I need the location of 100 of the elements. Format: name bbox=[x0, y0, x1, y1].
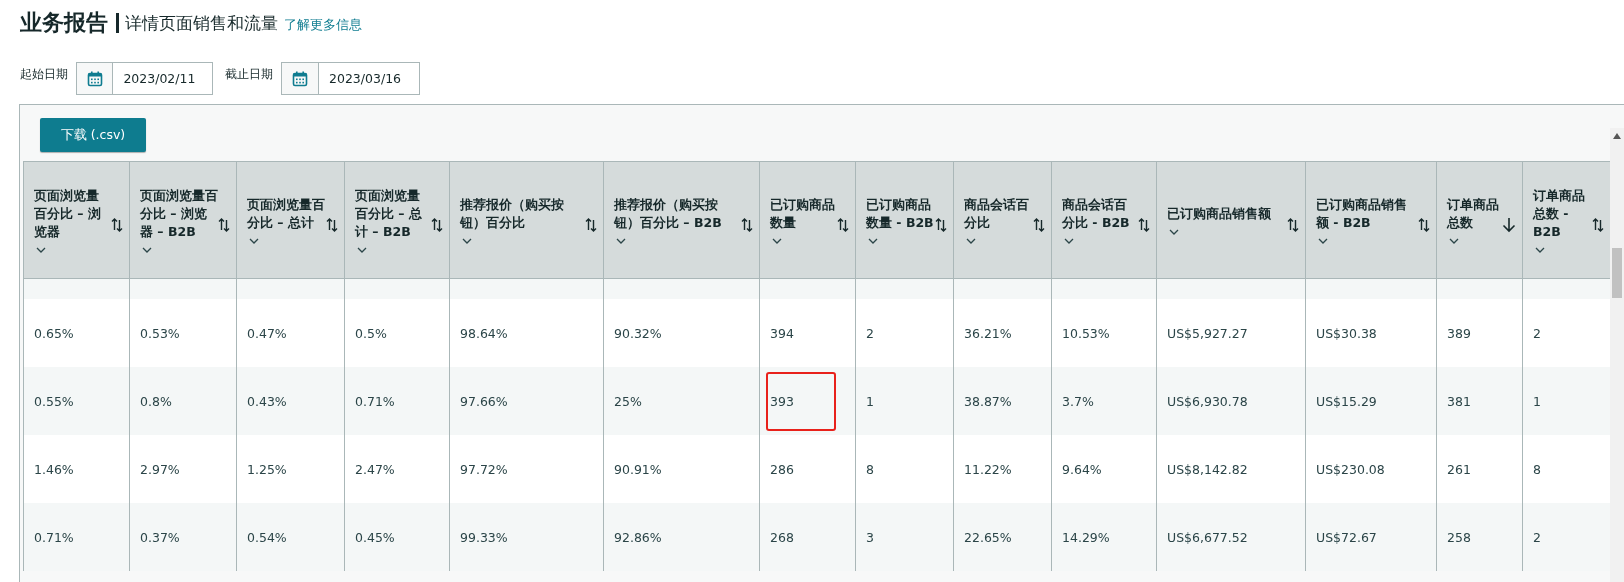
sort-descending-icon[interactable] bbox=[1502, 217, 1516, 233]
page-subtitle: 详情页面销售和流量 bbox=[125, 11, 278, 35]
sort-icon[interactable] bbox=[935, 217, 947, 233]
date-field[interactable]: 2023/02/11 bbox=[76, 62, 213, 95]
table-cell-text: 2.47% bbox=[354, 460, 396, 479]
scrollbar-thumb[interactable] bbox=[1612, 248, 1622, 298]
chevron-down-icon[interactable] bbox=[1064, 238, 1074, 244]
table-cell-text: US$15.29 bbox=[1315, 392, 1378, 411]
table-cell-text: US$8,142.82 bbox=[1166, 460, 1249, 479]
table-cell-text: 268 bbox=[769, 528, 795, 547]
chevron-down-icon[interactable] bbox=[142, 247, 152, 253]
page-title: 业务报告 bbox=[20, 9, 108, 37]
table-cell-text: 14.29% bbox=[1061, 528, 1111, 547]
table-cell-text: 0.43% bbox=[246, 392, 288, 411]
table-cell-text: 0.8% bbox=[139, 392, 173, 411]
sort-icon[interactable] bbox=[431, 217, 443, 233]
table-cell-text: 9.64% bbox=[1061, 460, 1103, 479]
column-header[interactable]: 商品会话百分比 - B2B bbox=[1062, 196, 1138, 232]
table-cell-text: 0.71% bbox=[354, 392, 396, 411]
column-header[interactable]: 推荐报价（购买按钮）百分比 bbox=[460, 196, 585, 232]
chevron-down-icon[interactable] bbox=[462, 238, 472, 244]
calendar-icon[interactable] bbox=[292, 70, 308, 87]
table-cell-text: US$230.08 bbox=[1315, 460, 1386, 479]
table-cell-text: 0.53% bbox=[139, 324, 181, 343]
date-label: 截止日期 bbox=[225, 66, 273, 83]
sort-icon[interactable] bbox=[585, 217, 597, 233]
table-cell-text: 0.54% bbox=[246, 528, 288, 547]
table-cell-text: 10.53% bbox=[1061, 324, 1111, 343]
sort-icon[interactable] bbox=[741, 217, 753, 233]
table-cell-text: 389 bbox=[1446, 324, 1472, 343]
chevron-down-icon[interactable] bbox=[1449, 238, 1459, 244]
table-cell-text: 36.21% bbox=[963, 324, 1013, 343]
chevron-down-icon[interactable] bbox=[36, 247, 46, 253]
sort-icon[interactable] bbox=[1033, 217, 1045, 233]
column-header[interactable]: 已订购商品销售额 - B2B bbox=[1316, 196, 1418, 232]
table-cell-text: 286 bbox=[769, 460, 795, 479]
chevron-down-icon[interactable] bbox=[249, 238, 259, 244]
sort-icon[interactable] bbox=[837, 217, 849, 233]
chevron-down-icon[interactable] bbox=[772, 238, 782, 244]
chevron-down-icon[interactable] bbox=[868, 238, 878, 244]
table-cell-text: 97.72% bbox=[459, 460, 509, 479]
title-divider bbox=[116, 13, 119, 33]
calendar-icon[interactable] bbox=[86, 70, 103, 87]
table-cell-text: 0.37% bbox=[139, 528, 181, 547]
sort-icon[interactable] bbox=[326, 217, 338, 233]
table-cell-text: 38.87% bbox=[963, 392, 1013, 411]
table-cell-text: US$6,930.78 bbox=[1166, 392, 1249, 411]
table-cell-text: US$72.67 bbox=[1315, 528, 1378, 547]
table-cell-text: 1.46% bbox=[33, 460, 75, 479]
sort-icon[interactable] bbox=[1138, 217, 1150, 233]
table-cell-text: 258 bbox=[1446, 528, 1472, 547]
scrollbar[interactable] bbox=[1610, 128, 1624, 582]
sort-icon[interactable] bbox=[218, 217, 230, 233]
table-cell-text: US$30.38 bbox=[1315, 324, 1378, 343]
column-header[interactable]: 商品会话百分比 bbox=[964, 196, 1033, 232]
table-cell-text: 99.33% bbox=[459, 528, 509, 547]
table-cell-text: 0.71% bbox=[33, 528, 75, 547]
chevron-down-icon[interactable] bbox=[1169, 229, 1179, 235]
column-header[interactable]: 已订购商品数量 bbox=[770, 196, 837, 232]
table-cell-text: 8 bbox=[1532, 460, 1542, 479]
chevron-down-icon[interactable] bbox=[966, 238, 976, 244]
table-cell-text: 90.32% bbox=[613, 324, 663, 343]
chevron-down-icon[interactable] bbox=[1318, 238, 1328, 244]
table-cell-text: 22.65% bbox=[963, 528, 1013, 547]
sort-icon[interactable] bbox=[1592, 217, 1604, 233]
table-cell-text: 90.91% bbox=[613, 460, 663, 479]
column-header[interactable]: 订单商品总数 bbox=[1447, 196, 1502, 232]
table-cell-text: 2 bbox=[1532, 528, 1542, 547]
table-cell-text: 261 bbox=[1446, 460, 1472, 479]
table-cell-text: 98.64% bbox=[459, 324, 509, 343]
chevron-down-icon[interactable] bbox=[616, 238, 626, 244]
scroll-up-icon[interactable] bbox=[1613, 133, 1621, 139]
download-button[interactable]: 下载 (.csv) bbox=[40, 118, 146, 152]
table-cell-text: 11.22% bbox=[963, 460, 1013, 479]
learn-more-link[interactable]: 了解更多信息 bbox=[284, 16, 362, 34]
table-cell-text: 381 bbox=[1446, 392, 1472, 411]
column-header[interactable]: 订单商品总数 - B2B bbox=[1533, 187, 1592, 241]
table-cell-text: 92.86% bbox=[613, 528, 663, 547]
table-cell-text: 394 bbox=[769, 324, 795, 343]
column-header[interactable]: 已订购商品销售额 bbox=[1167, 205, 1271, 223]
chevron-down-icon[interactable] bbox=[1535, 247, 1545, 253]
sort-icon[interactable] bbox=[1418, 217, 1430, 233]
table-cell-text: US$6,677.52 bbox=[1166, 528, 1249, 547]
column-header[interactable]: 页面浏览量百分比 – 浏览器 – B2B bbox=[140, 187, 218, 241]
table-cell-text: 8 bbox=[865, 460, 875, 479]
sort-icon[interactable] bbox=[111, 217, 123, 233]
table-cell-text: 25% bbox=[613, 392, 643, 411]
date-field[interactable]: 2023/03/16 bbox=[281, 62, 420, 95]
column-header[interactable]: 页面浏览量百分比 – 总计 – B2B bbox=[355, 187, 431, 241]
table-cell-text: 1 bbox=[865, 392, 875, 411]
date-label: 起始日期 bbox=[20, 66, 68, 83]
sort-icon[interactable] bbox=[1287, 217, 1299, 233]
column-header[interactable]: 页面浏览量百分比 – 总计 bbox=[247, 196, 326, 232]
column-header[interactable]: 页面浏览量百分比 – 浏览器 bbox=[34, 187, 111, 241]
column-header[interactable]: 推荐报价（购买按钮）百分比 – B2B bbox=[614, 196, 741, 232]
chevron-down-icon[interactable] bbox=[357, 247, 367, 253]
column-header[interactable]: 已订购商品数量 - B2B bbox=[866, 196, 935, 232]
table-cell-text: 0.47% bbox=[246, 324, 288, 343]
table-cell-text: 3 bbox=[865, 528, 875, 547]
table-cell-text: 0.5% bbox=[354, 324, 388, 343]
